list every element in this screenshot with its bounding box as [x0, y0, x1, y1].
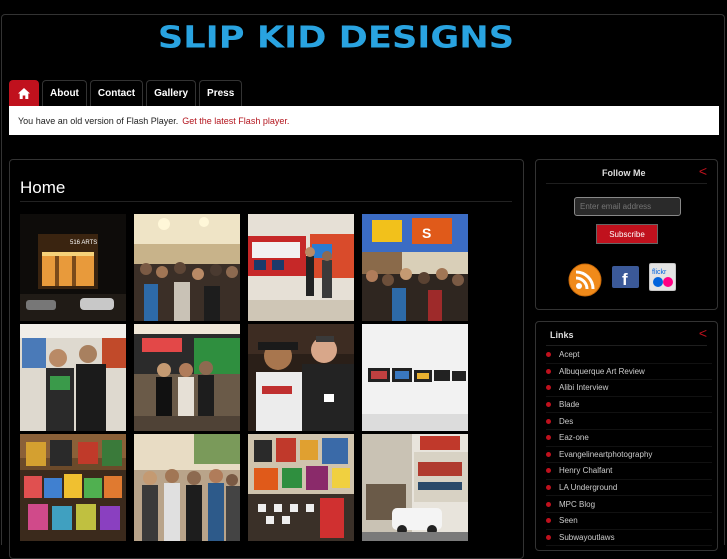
bullet-icon	[546, 518, 551, 524]
bullet-icon	[546, 385, 551, 391]
list-item[interactable]: Evangelineartphotography	[546, 447, 712, 464]
gallery-thumb-7[interactable]	[248, 324, 354, 431]
gallery-thumb-8[interactable]	[362, 324, 468, 431]
logo-text: SLIP KID DESIGNS	[158, 24, 514, 54]
follow-me-box: Follow Me < Subscribe f flickr	[535, 159, 718, 310]
list-item[interactable]: Acept	[546, 347, 712, 364]
bullet-icon	[546, 468, 551, 474]
links-box: Links < Acept Albuquerque Art Review Ali…	[535, 321, 718, 551]
gallery-thumb-9[interactable]	[20, 434, 126, 541]
list-item[interactable]: Alibi Interview	[546, 380, 712, 397]
subscribe-button[interactable]: Subscribe	[596, 224, 658, 244]
links-title: Links	[550, 330, 574, 340]
tab-contact[interactable]: Contact	[89, 80, 144, 106]
list-item[interactable]: Seen	[546, 513, 712, 530]
gallery-thumb-4[interactable]: S	[362, 214, 468, 321]
gallery-thumb-11[interactable]	[248, 434, 354, 541]
svg-text:S: S	[422, 225, 431, 241]
gallery-thumb-6[interactable]	[134, 324, 240, 431]
flash-update-link[interactable]: Get the latest Flash player.	[182, 116, 289, 126]
gallery-thumb-5[interactable]	[20, 324, 126, 431]
flickr-icon[interactable]: flickr	[649, 263, 676, 291]
gallery-thumb-2[interactable]	[134, 214, 240, 321]
svg-text:flickr: flickr	[652, 269, 667, 276]
list-item[interactable]: Blade	[546, 397, 712, 414]
links-list: Acept Albuquerque Art Review Alibi Inter…	[546, 347, 712, 547]
list-item[interactable]: Des	[546, 413, 712, 430]
list-item[interactable]: Albuquerque Art Review	[546, 364, 712, 381]
flash-notice-text: You have an old version of Flash Player.	[18, 115, 179, 126]
gallery-thumb-12[interactable]	[362, 434, 468, 541]
bullet-icon	[546, 402, 551, 408]
site-logo[interactable]: SLIP KID DESIGNS	[146, 24, 526, 54]
gallery-thumb-3[interactable]	[248, 214, 354, 321]
gallery-thumb-1[interactable]: 516 ARTS	[20, 214, 126, 321]
email-input[interactable]	[574, 197, 681, 216]
list-item[interactable]: Henry Chalfant	[546, 463, 712, 480]
bullet-icon	[546, 418, 551, 424]
list-item[interactable]: Eaz-one	[546, 430, 712, 447]
collapse-arrow-icon[interactable]: <	[699, 163, 707, 179]
main-nav: About Contact Gallery Press	[9, 80, 243, 106]
home-icon	[18, 88, 30, 99]
rss-icon[interactable]	[568, 263, 602, 297]
bullet-icon	[546, 451, 551, 457]
follow-me-title: Follow Me	[602, 168, 646, 178]
bullet-icon	[546, 352, 551, 358]
list-item[interactable]: LA Underground	[546, 480, 712, 497]
follow-me-header: Follow Me <	[536, 160, 717, 185]
title-divider	[20, 201, 512, 202]
list-item[interactable]: MPC Blog	[546, 496, 712, 513]
bullet-icon	[546, 368, 551, 374]
gallery-thumb-10[interactable]	[134, 434, 240, 541]
list-item[interactable]: Subwayoutlaws	[546, 530, 712, 547]
facebook-icon[interactable]: f	[612, 266, 639, 288]
bullet-icon	[546, 501, 551, 507]
svg-text:f: f	[622, 270, 628, 288]
links-divider	[546, 345, 707, 346]
links-header: Links <	[536, 322, 717, 347]
collapse-arrow-icon[interactable]: <	[699, 325, 707, 341]
follow-me-divider	[546, 183, 707, 184]
bullet-icon	[546, 435, 551, 441]
bullet-icon	[546, 485, 551, 491]
svg-text:516 ARTS: 516 ARTS	[70, 240, 97, 246]
flash-notice: You have an old version of Flash Player.…	[9, 106, 719, 135]
page-title: Home	[20, 178, 66, 197]
tab-home[interactable]	[9, 80, 39, 106]
tab-about[interactable]: About	[42, 80, 87, 106]
bullet-icon	[546, 534, 551, 540]
tab-press[interactable]: Press	[199, 80, 243, 106]
tab-gallery[interactable]: Gallery	[146, 80, 197, 106]
main-content: Home 516 ARTS S	[9, 159, 524, 559]
